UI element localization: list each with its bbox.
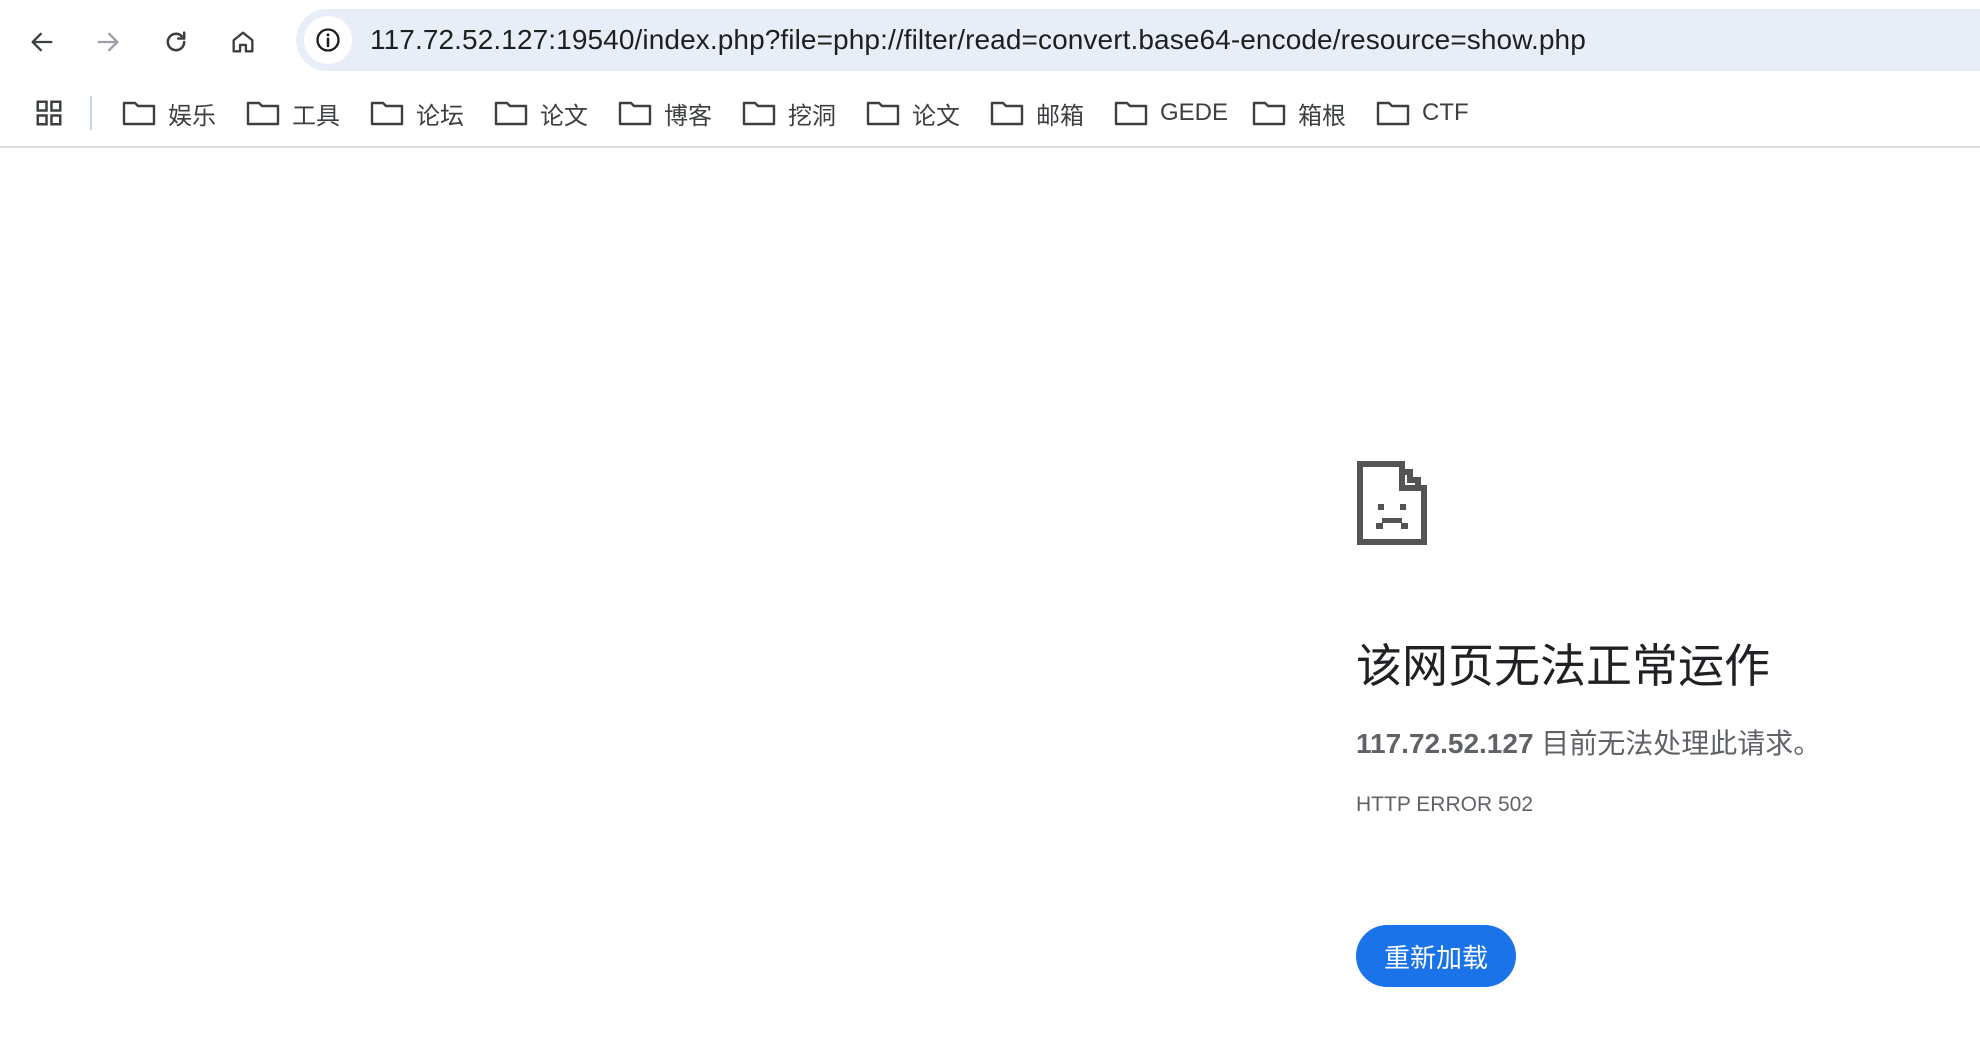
folder-icon — [1252, 99, 1286, 127]
error-message: 目前无法处理此请求。 — [1533, 728, 1822, 759]
bookmark-folder[interactable]: 箱根 — [1252, 92, 1346, 134]
bookmark-label: 论文 — [912, 102, 960, 130]
bookmark-folder[interactable]: GEDE — [1114, 92, 1228, 134]
bookmark-label: 挖洞 — [788, 102, 836, 130]
folder-icon — [1376, 99, 1410, 127]
bookmark-folder[interactable]: 论文 — [866, 92, 960, 134]
folder-icon — [246, 99, 280, 127]
folder-icon — [866, 99, 900, 127]
bookmark-label: 论坛 — [416, 102, 464, 130]
browser-toolbar: 117.72.52.127:19540/index.php?file=php:/… — [0, 0, 1980, 80]
bookmark-label: 博客 — [664, 102, 712, 130]
folder-icon — [370, 99, 404, 127]
reload-icon — [166, 31, 186, 52]
info-circle-icon — [316, 28, 340, 52]
bookmark-label: GEDE — [1160, 99, 1229, 126]
bookmark-label: 工具 — [292, 102, 340, 130]
url-text[interactable]: 117.72.52.127:19540/index.php?file=php:/… — [370, 24, 1586, 56]
folder-icon — [122, 99, 156, 127]
folder-icon — [742, 99, 776, 127]
bookmarks-separator — [90, 96, 92, 130]
bookmarks-bar: 娱乐 工具 论坛 论文 博客 挖洞 论文 邮箱 GEDE 箱根 CTF — [0, 80, 1980, 148]
sad-page-icon — [1356, 460, 1428, 551]
back-arrow-icon — [31, 32, 53, 52]
address-bar[interactable]: 117.72.52.127:19540/index.php?file=php:/… — [296, 9, 1980, 71]
error-host: 117.72.52.127 — [1356, 728, 1534, 759]
bookmark-folder[interactable]: 娱乐 — [122, 92, 216, 134]
bookmark-folder[interactable]: 论坛 — [370, 92, 464, 134]
bookmark-folder[interactable]: CTF — [1376, 92, 1469, 134]
home-icon — [232, 31, 254, 53]
bookmark-folder[interactable]: 论文 — [494, 92, 588, 134]
folder-icon — [1114, 99, 1148, 127]
site-info-button[interactable] — [304, 16, 352, 64]
forward-arrow-icon — [97, 32, 119, 52]
bookmark-label: 箱根 — [1298, 102, 1346, 130]
apps-grid-icon — [36, 100, 62, 126]
bookmark-folder[interactable]: 工具 — [246, 92, 340, 134]
bookmark-label: 论文 — [540, 102, 588, 130]
bookmark-folder[interactable]: 挖洞 — [742, 92, 836, 134]
apps-button[interactable] — [30, 94, 68, 132]
forward-button[interactable] — [86, 20, 130, 64]
folder-icon — [618, 99, 652, 127]
bookmark-label: 娱乐 — [168, 102, 216, 130]
bookmark-label: CTF — [1422, 99, 1469, 126]
bookmark-label: 邮箱 — [1036, 102, 1084, 130]
folder-icon — [494, 99, 528, 127]
bookmark-folder[interactable]: 邮箱 — [990, 92, 1084, 134]
error-title: 该网页无法正常运作 — [1356, 640, 1770, 692]
reload-page-button[interactable]: 重新加载 — [1356, 925, 1516, 987]
error-description: 117.72.52.127 目前无法处理此请求。 — [1356, 722, 1821, 762]
home-button[interactable] — [221, 20, 265, 64]
back-button[interactable] — [20, 20, 64, 64]
error-code: HTTP ERROR 502 — [1356, 793, 1533, 816]
bookmark-folder[interactable]: 博客 — [618, 92, 712, 134]
folder-icon — [990, 99, 1024, 127]
reload-button[interactable] — [154, 20, 198, 64]
